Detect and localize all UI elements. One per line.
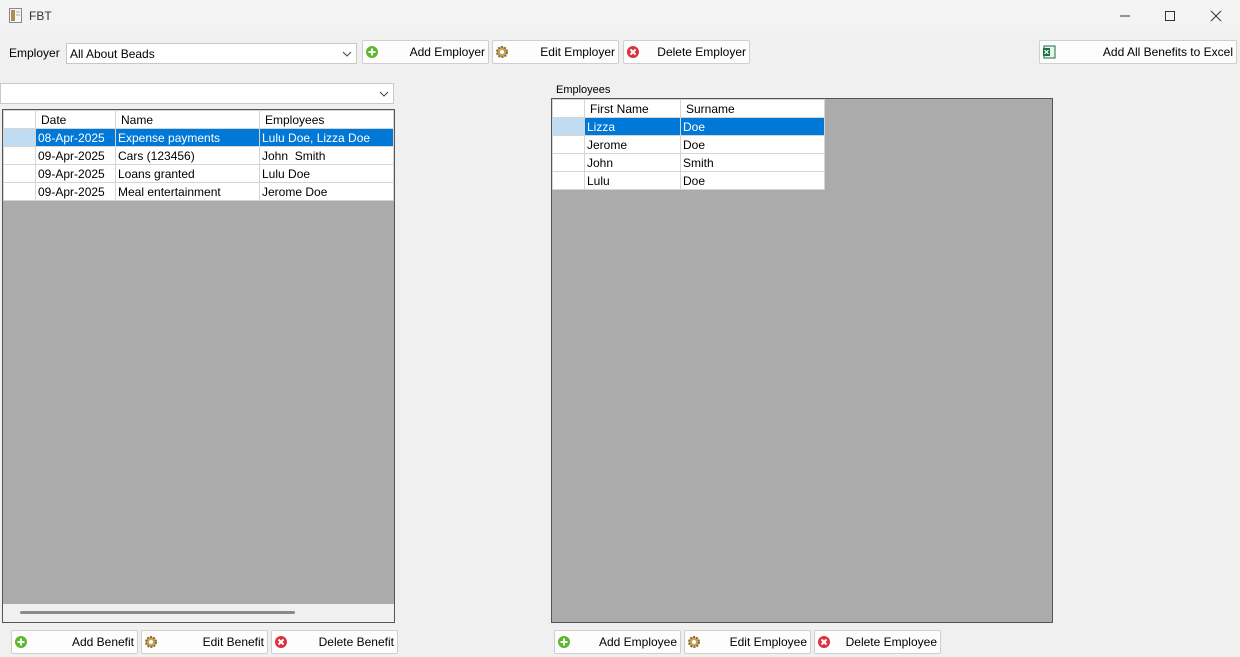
employee-row[interactable]: John Smith: [552, 153, 825, 172]
benefit-employees-cell[interactable]: Lulu Doe: [259, 164, 394, 183]
row-header[interactable]: [552, 135, 585, 154]
delete-benefit-button[interactable]: Delete Benefit: [271, 630, 398, 654]
window-title: FBT: [29, 9, 52, 23]
plus-circle-icon: [366, 46, 378, 58]
employee-first-name-cell[interactable]: Jerome: [584, 135, 681, 154]
title-bar: [0, 0, 1240, 31]
benefits-grid[interactable]: Date Name Employees 08-Apr-2025 Expense …: [2, 109, 395, 623]
benefit-row[interactable]: 09-Apr-2025 Meal entertainment Jerome Do…: [3, 182, 394, 201]
delete-employer-label: Delete Employer: [657, 45, 746, 59]
x-circle-icon: [818, 636, 830, 648]
edit-benefit-label: Edit Benefit: [202, 635, 264, 649]
benefit-row[interactable]: 09-Apr-2025 Cars (123456) John Smith: [3, 146, 394, 165]
benefit-name-cell[interactable]: Expense payments: [115, 128, 260, 147]
row-header[interactable]: [552, 117, 585, 136]
add-all-benefits-to-excel-label: Add All Benefits to Excel: [1102, 45, 1233, 59]
plus-circle-icon: [558, 636, 570, 648]
add-employer-label: Add Employer: [409, 45, 485, 59]
employee-first-name-cell[interactable]: John: [584, 153, 681, 172]
column-header-name[interactable]: Name: [115, 110, 260, 129]
benefit-name-cell[interactable]: Cars (123456): [115, 146, 260, 165]
edit-employee-button[interactable]: Edit Employee: [684, 630, 811, 654]
employees-group-label: Employees: [556, 84, 611, 96]
row-header-corner: [3, 110, 36, 129]
row-header[interactable]: [3, 146, 36, 165]
benefit-date-cell[interactable]: 09-Apr-2025: [35, 164, 116, 183]
delete-benefit-label: Delete Benefit: [318, 635, 394, 649]
maximize-icon: [1165, 10, 1175, 21]
benefit-date-cell[interactable]: 08-Apr-2025: [35, 128, 116, 147]
add-employee-label: Add Employee: [598, 635, 677, 649]
benefit-date-cell[interactable]: 09-Apr-2025: [35, 146, 116, 165]
scrollbar-thumb[interactable]: [20, 611, 295, 614]
add-employer-button[interactable]: Add Employer: [362, 40, 489, 64]
minimize-icon: [1120, 15, 1130, 16]
chevron-down-icon: [379, 91, 389, 97]
employee-row[interactable]: Jerome Doe: [552, 135, 825, 154]
gear-icon: [496, 46, 508, 58]
row-header[interactable]: [552, 153, 585, 172]
add-all-benefits-to-excel-button[interactable]: Add All Benefits to Excel: [1039, 40, 1237, 64]
edit-employer-label: Edit Employer: [540, 45, 615, 59]
edit-benefit-button[interactable]: Edit Benefit: [141, 630, 268, 654]
delete-employee-label: Delete Employee: [845, 635, 937, 649]
benefit-filter-combo[interactable]: [0, 83, 394, 104]
column-header-surname[interactable]: Surname: [680, 99, 825, 118]
benefit-employees-cell[interactable]: John Smith: [259, 146, 394, 165]
column-header-first-name[interactable]: First Name: [584, 99, 681, 118]
edit-employer-button[interactable]: Edit Employer: [492, 40, 619, 64]
employee-row[interactable]: Lulu Doe: [552, 171, 825, 190]
benefit-date-cell[interactable]: 09-Apr-2025: [35, 182, 116, 201]
close-button[interactable]: [1193, 0, 1239, 31]
chevron-down-icon: [342, 51, 352, 57]
x-circle-icon: [627, 46, 639, 58]
row-header[interactable]: [3, 164, 36, 183]
x-circle-icon: [275, 636, 287, 648]
benefits-header-row: Date Name Employees: [3, 110, 394, 129]
employee-row[interactable]: Lizza Doe: [552, 117, 825, 136]
horizontal-scrollbar[interactable]: [3, 604, 394, 622]
gear-icon: [688, 636, 700, 648]
employee-first-name-cell[interactable]: Lulu: [584, 171, 681, 190]
add-benefit-button[interactable]: Add Benefit: [11, 630, 138, 654]
benefit-row[interactable]: 08-Apr-2025 Expense payments Lulu Doe, L…: [3, 128, 394, 147]
row-header[interactable]: [3, 128, 36, 147]
maximize-button[interactable]: [1147, 0, 1193, 31]
employee-surname-cell[interactable]: Smith: [680, 153, 825, 172]
employee-surname-cell[interactable]: Doe: [680, 135, 825, 154]
benefit-employees-cell[interactable]: Jerome Doe: [259, 182, 394, 201]
gear-icon: [145, 636, 157, 648]
employee-surname-cell[interactable]: Doe: [680, 171, 825, 190]
employer-combo-value: All About Beads: [70, 47, 155, 61]
column-header-employees[interactable]: Employees: [259, 110, 394, 129]
minimize-button[interactable]: [1102, 0, 1148, 31]
row-header-corner: [552, 99, 585, 118]
row-header[interactable]: [552, 171, 585, 190]
employer-combo[interactable]: All About Beads: [66, 43, 357, 64]
benefit-employees-cell[interactable]: Lulu Doe, Lizza Doe: [259, 128, 394, 147]
app-icon: [9, 8, 22, 23]
employees-grid[interactable]: First Name Surname Lizza Doe Jerome Doe …: [551, 98, 1053, 623]
delete-employee-button[interactable]: Delete Employee: [814, 630, 941, 654]
delete-employer-button[interactable]: Delete Employer: [623, 40, 750, 64]
add-benefit-label: Add Benefit: [71, 635, 134, 649]
close-icon: [1210, 10, 1222, 21]
add-employee-button[interactable]: Add Employee: [554, 630, 681, 654]
benefit-name-cell[interactable]: Loans granted: [115, 164, 260, 183]
benefit-name-cell[interactable]: Meal entertainment: [115, 182, 260, 201]
column-header-date[interactable]: Date: [35, 110, 116, 129]
row-header[interactable]: [3, 182, 36, 201]
employee-first-name-cell[interactable]: Lizza: [584, 117, 681, 136]
benefit-row[interactable]: 09-Apr-2025 Loans granted Lulu Doe: [3, 164, 394, 183]
excel-icon: [1043, 45, 1056, 59]
employee-surname-cell[interactable]: Doe: [680, 117, 825, 136]
edit-employee-label: Edit Employee: [729, 635, 807, 649]
employees-header-row: First Name Surname: [552, 99, 825, 118]
employer-label: Employer: [9, 46, 60, 60]
plus-circle-icon: [15, 636, 27, 648]
